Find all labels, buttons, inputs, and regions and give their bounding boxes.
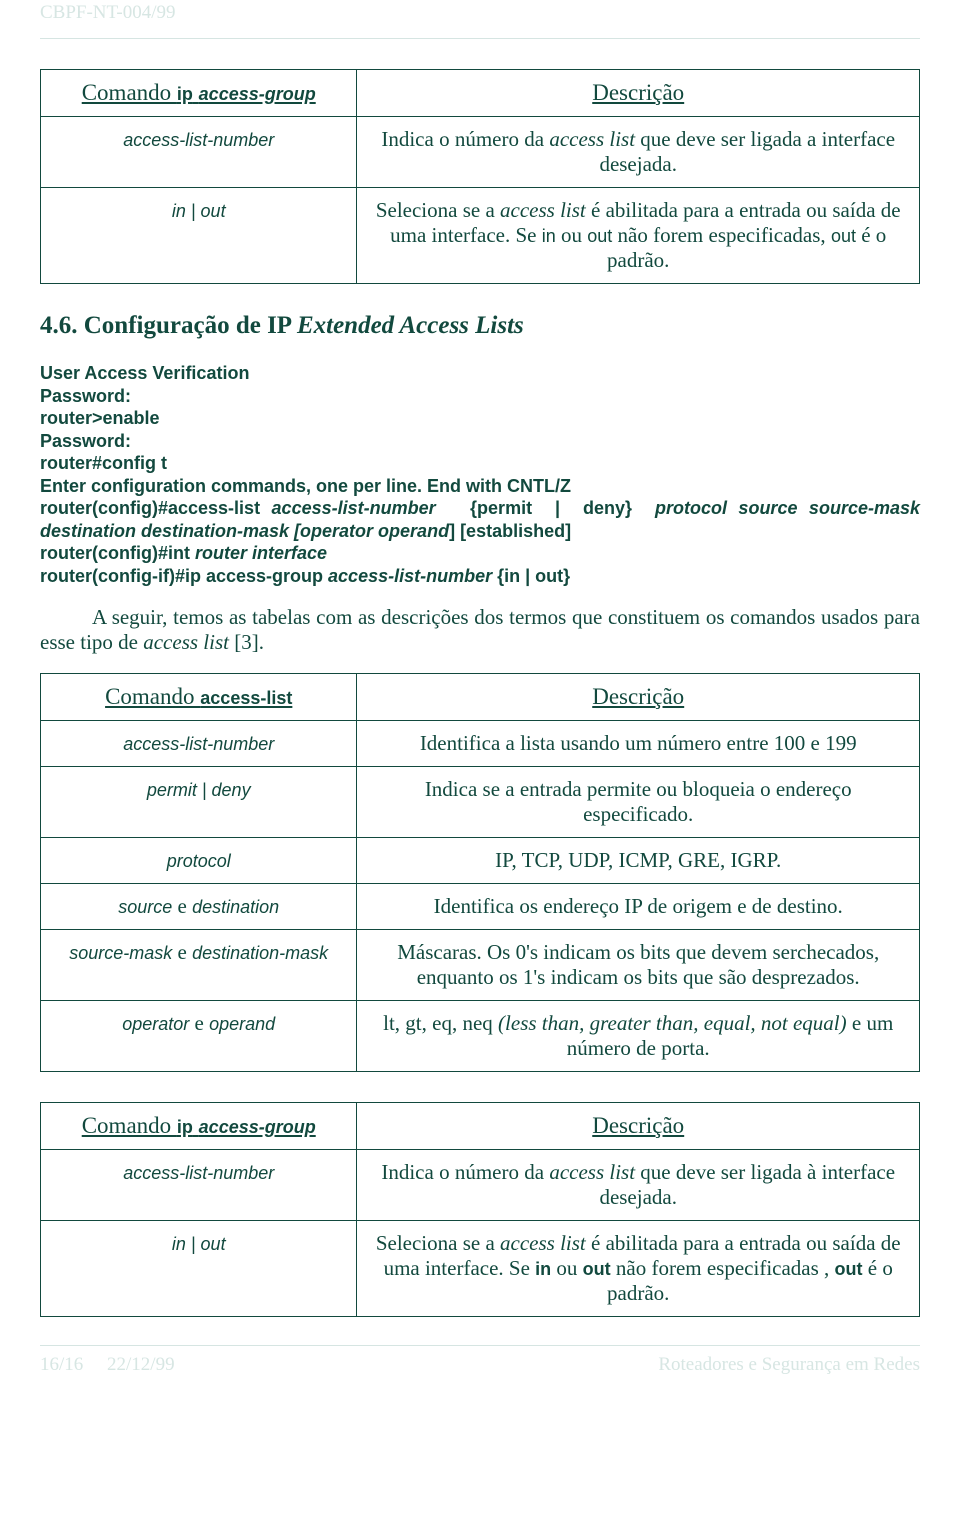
table-cell-right: IP, TCP, UDP, ICMP, GRE, IGRP. [357,838,920,884]
table-cell-left: source-mask e destination-mask [41,930,357,1001]
footer-date: 22/12/99 [107,1354,175,1375]
table-ip-access-group-2: Comando ip access-group Descrição access… [40,1102,920,1317]
table-cell-left: in | out [41,1221,357,1317]
table-header: Comando ip access-group [82,1113,316,1138]
table-cell-right: Indica o número da access list que deve … [357,117,920,188]
code-block: User Access Verification Password: route… [40,362,920,587]
code-line: router(config)#access-list access-list-n… [40,497,920,542]
paragraph: A seguir, temos as tabelas com as descri… [40,605,920,655]
footer-title: Roteadores e Segurança em Redes [658,1354,920,1376]
table-cell-right: Identifica a lista usando um número entr… [357,721,920,767]
table-cell-left: protocol [41,838,357,884]
code-line: Enter configuration commands, one per li… [40,475,920,498]
table-cell-left: operator e operand [41,1001,357,1072]
divider [40,38,920,39]
table-cell-right: Máscaras. Os 0's indicam os bits que dev… [357,930,920,1001]
table-cell-right: Indica o número da access list que deve … [357,1150,920,1221]
code-line: User Access Verification [40,362,920,385]
code-line: router(config)#int router interface [40,542,920,565]
table-cell-right: lt, gt, eq, neq (less than, greater than… [357,1001,920,1072]
page-footer: 16/16 22/12/99 Roteadores e Segurança em… [40,1352,920,1376]
table-header: Descrição [592,684,684,709]
divider [40,1345,920,1346]
table-cell-left: source e destination [41,884,357,930]
table-header: Comando access-list [105,684,292,709]
table-cell-left: access-list-number [41,117,357,188]
code-line: Password: [40,430,920,453]
table-cell-right: Identifica os endereço IP de origem e de… [357,884,920,930]
code-line: router(config-if)#ip access-group access… [40,565,920,588]
page-number: 16/16 [40,1354,83,1375]
table-cell-right: Seleciona se a access list é abilitada p… [357,188,920,284]
table-header: Comando ip access-group [82,80,316,105]
table-header: Descrição [592,80,684,105]
table-cell-left: access-list-number [41,721,357,767]
table-ip-access-group-1: Comando ip access-group Descrição access… [40,69,920,284]
code-line: router#config t [40,452,920,475]
doc-header-id: CBPF-NT-004/99 [40,0,920,38]
code-line: router>enable [40,407,920,430]
table-access-list: Comando access-list Descrição access-lis… [40,673,920,1072]
code-line: Password: [40,385,920,408]
table-header: Descrição [592,1113,684,1138]
section-heading: 4.6. Configuração de IP Extended Access … [40,312,920,340]
table-cell-left: in | out [41,188,357,284]
table-cell-right: Indica se a entrada permite ou bloqueia … [357,767,920,838]
table-cell-left: access-list-number [41,1150,357,1221]
table-cell-left: permit | deny [41,767,357,838]
table-cell-right: Seleciona se a access list é abilitada p… [357,1221,920,1317]
